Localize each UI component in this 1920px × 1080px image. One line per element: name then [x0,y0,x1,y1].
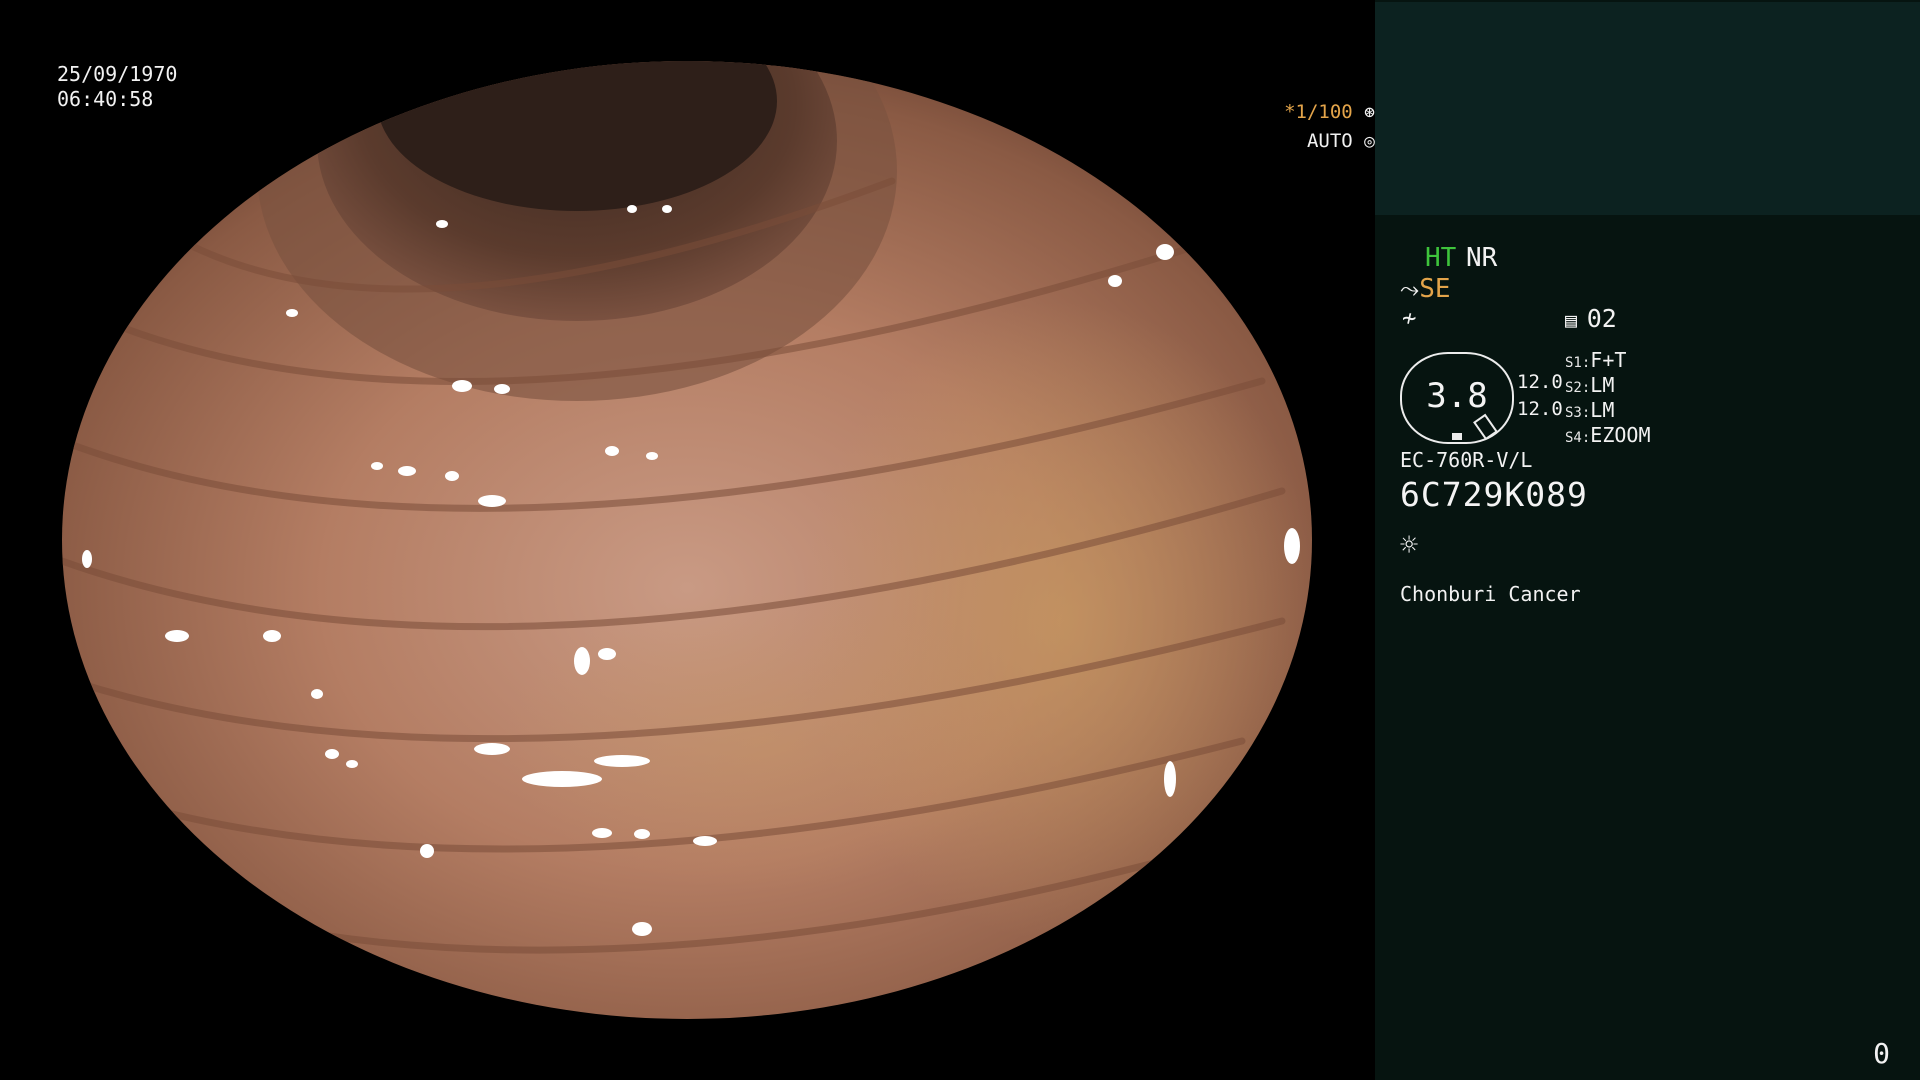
switch-key: S3: [1565,405,1591,421]
shutter-speed: *1/100 [1284,101,1353,123]
scope-serial: 6C729K089 [1400,475,1588,514]
exposure-overlay: *1/100 ⊛ AUTO ◎ [53,98,1375,156]
memory-icon: ▤ [1565,308,1578,332]
switch-key: S2: [1565,380,1591,396]
iris-mode: AUTO [1306,130,1353,152]
panel-header-block [1375,2,1920,215]
switch-value: LM [1590,373,1615,397]
institution-name: Chonburi Cancer [1400,582,1581,606]
se-indicator: SE [1419,274,1451,304]
nr-indicator: NR [1465,243,1498,273]
date-text: 25/09/1970 [57,62,178,86]
ring-marker [1452,433,1462,440]
switch-value: LM [1590,398,1615,422]
value-a: 12.0 [1517,371,1563,393]
structure-enhance-icon: ⤳ [1400,275,1420,303]
info-panel: HT NR ⤳SE ≁ ▤ 02 3.8 12.0 12.0 S1:F+T S2… [1375,0,1920,1080]
endoscopic-image [62,61,1312,1019]
light-source-icon: ☼ [1400,528,1419,563]
switch-value: EZOOM [1590,423,1651,447]
endoscope-image-area: 25/09/1970 06:40:58 *1/100 ⊛ AUTO ◎ [0,0,1375,1080]
shutter-icon: ⊛ [1364,102,1375,123]
switch-key: S4: [1565,430,1591,446]
ht-indicator: HT [1425,243,1457,273]
scope-model: EC-760R-V/L [1400,448,1533,472]
image-counter: 0 [1873,1037,1890,1070]
value-b: 12.0 [1517,398,1563,420]
zoom-value: 3.8 [1426,376,1488,416]
ring-needle-icon [1473,413,1498,441]
switch-key: S1: [1565,355,1591,371]
color-enhance-icon: ≁ [1402,304,1417,332]
zoom-ring: 3.8 [1400,352,1514,444]
switch-value: F+T [1590,348,1627,372]
memory-slot-value: 02 [1586,304,1617,333]
iris-icon: ◎ [1364,131,1375,152]
